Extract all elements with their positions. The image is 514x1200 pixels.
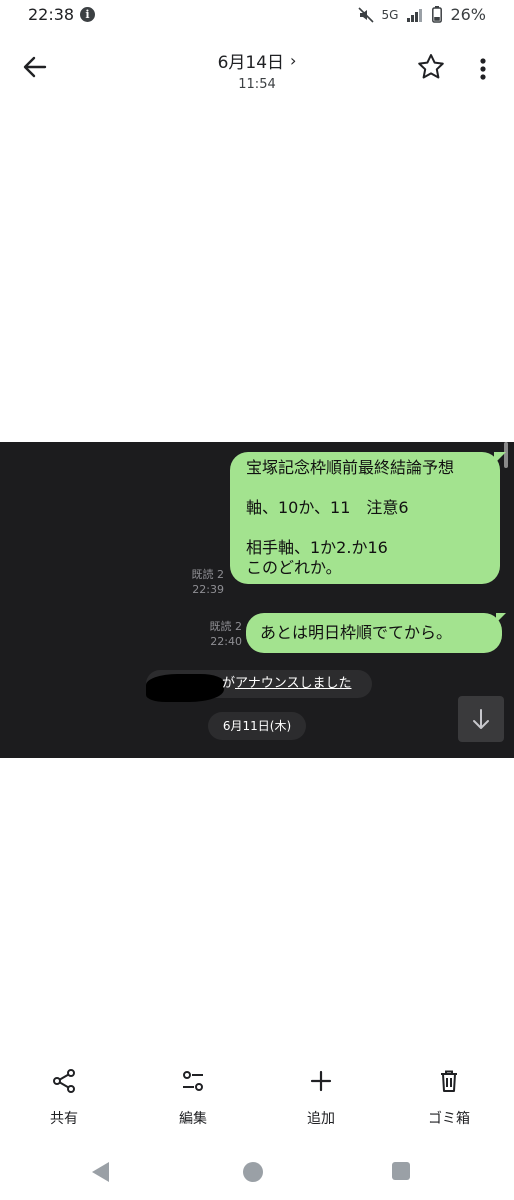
message-text: あとは明日枠順でてから。 — [260, 623, 453, 642]
status-time: 22:38 — [28, 5, 75, 24]
battery-icon — [432, 6, 443, 23]
trash-icon — [441, 1070, 457, 1092]
star-icon[interactable] — [414, 50, 448, 84]
app-bar: 6月14日 › 11:54 — [0, 40, 514, 100]
chat-image[interactable]: 宝塚記念枠順前最終結論予想 軸、10か、11 注意6 相手軸、1か2.か16 こ… — [0, 442, 514, 758]
message-line: このどれか。 — [246, 558, 342, 577]
chevron-right-icon: › — [290, 51, 297, 70]
announcement-prefix: が — [222, 676, 236, 691]
message-bubble-2: あとは明日枠順でてから。 — [246, 613, 502, 653]
share-label: 共有 — [50, 1111, 78, 1127]
message-time: 22:39 — [192, 583, 224, 596]
share-button[interactable]: 共有 — [14, 1068, 114, 1128]
add-label: 追加 — [307, 1111, 335, 1127]
nav-home-icon[interactable] — [243, 1162, 263, 1182]
status-icons: 5G 26% — [357, 5, 486, 24]
network-label: 5G — [381, 7, 399, 22]
read-receipt-1: 既読 2 22:39 — [170, 567, 225, 597]
redaction-mark — [146, 674, 224, 702]
share-icon — [53, 1069, 75, 1093]
read-label: 既読 2 — [209, 620, 243, 633]
edit-sliders-icon — [183, 1071, 203, 1091]
battery-percent: 26% — [450, 5, 486, 24]
edit-label: 編集 — [179, 1111, 207, 1127]
message-bubble-1: 宝塚記念枠順前最終結論予想 軸、10か、11 注意6 相手軸、1か2.か16 こ… — [230, 452, 500, 584]
nav-recents-icon[interactable] — [392, 1162, 410, 1180]
message-line: 宝塚記念枠順前最終結論予想 — [246, 458, 455, 477]
nav-back-icon[interactable] — [92, 1162, 109, 1182]
announcement-text: がアナウンスしました — [222, 670, 352, 698]
mute-icon — [357, 6, 374, 23]
arrow-down-icon — [473, 709, 489, 729]
more-vertical-icon[interactable] — [472, 52, 494, 86]
announcement-link[interactable]: アナウンスしました — [235, 676, 351, 691]
system-nav-bar — [0, 1152, 514, 1200]
read-receipt-2: 既読 2 22:40 — [188, 619, 243, 649]
message-line: 相手軸、1か2.か16 — [246, 538, 388, 557]
plus-icon — [310, 1070, 332, 1092]
trash-label: ゴミ箱 — [428, 1111, 470, 1127]
info-icon: i — [80, 7, 95, 22]
scroll-down-button[interactable] — [458, 696, 504, 742]
message-line: 軸、10か、11 注意6 — [246, 498, 409, 517]
message-line-blank — [246, 478, 484, 498]
message-line-blank — [246, 518, 484, 538]
title-date: 6月14日 — [217, 53, 285, 73]
page-title[interactable]: 6月14日 › — [218, 48, 297, 73]
date-divider: 6月11日(木) — [208, 712, 306, 740]
action-bar: 共有 編集 追加 ゴミ箱 — [0, 1068, 514, 1138]
edit-button[interactable]: 編集 — [143, 1068, 243, 1128]
status-bar: 22:38 i 5G 26% — [0, 0, 514, 32]
message-time: 22:40 — [210, 635, 242, 648]
read-label: 既読 2 — [191, 568, 225, 581]
trash-button[interactable]: ゴミ箱 — [399, 1068, 499, 1128]
signal-icon — [407, 8, 423, 22]
add-button[interactable]: 追加 — [271, 1068, 371, 1128]
